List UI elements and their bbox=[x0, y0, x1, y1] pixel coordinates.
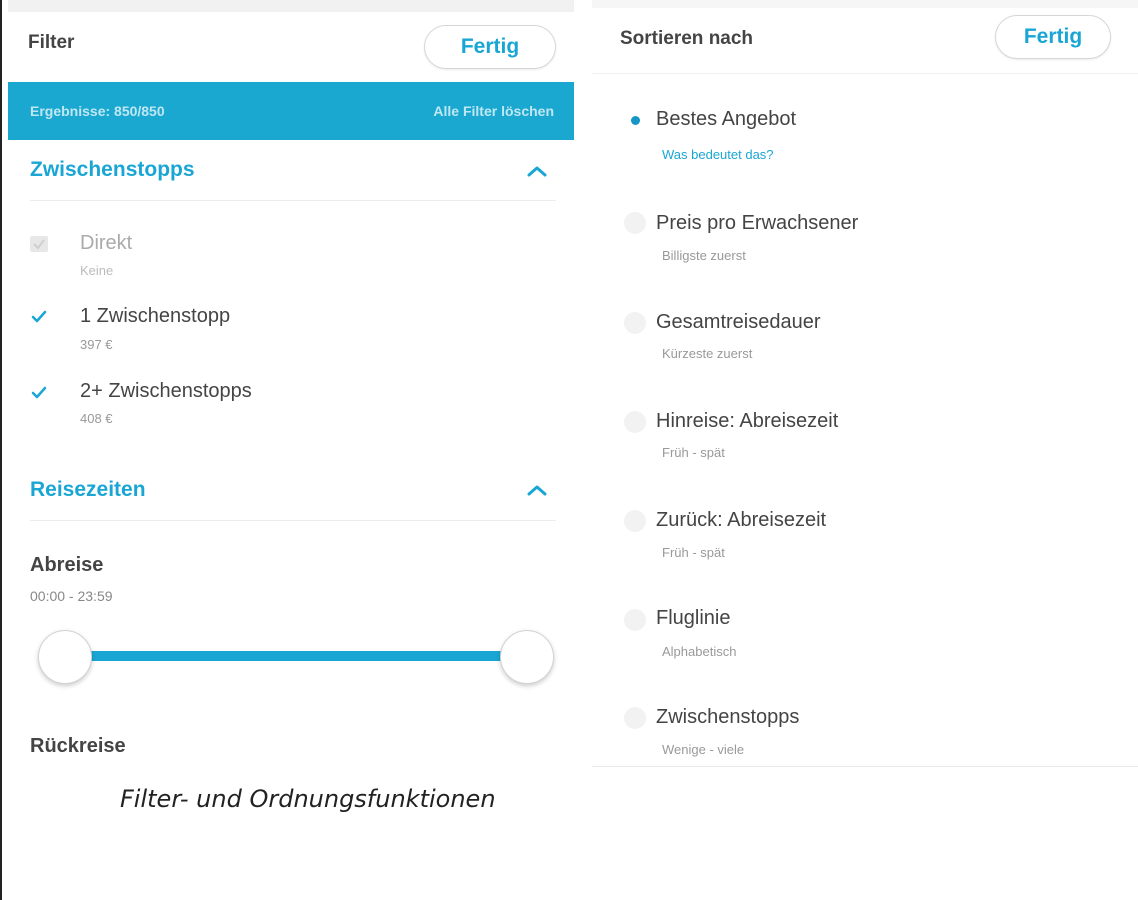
radio-total-duration[interactable] bbox=[624, 312, 646, 334]
departure-label: Abreise bbox=[30, 554, 104, 576]
divider bbox=[30, 520, 556, 521]
option-label-two-plus-stops: 2+ Zwischenstopps bbox=[80, 380, 252, 402]
checkbox-direct[interactable] bbox=[30, 236, 48, 252]
radio-stops[interactable] bbox=[624, 707, 646, 729]
radio-airline[interactable] bbox=[624, 609, 646, 631]
sort-panel: Sortieren nach Fertig Bestes Angebot Was… bbox=[592, 0, 1138, 768]
divider bbox=[592, 73, 1138, 74]
results-bar: Ergebnisse: 850/850 Alle Filter löschen bbox=[8, 82, 574, 140]
departure-slider-max-handle[interactable] bbox=[500, 630, 554, 684]
results-count: Ergebnisse: 850/850 bbox=[30, 103, 165, 119]
departure-range: 00:00 - 23:59 bbox=[30, 588, 113, 604]
radio-return-departure[interactable] bbox=[624, 510, 646, 532]
top-strip bbox=[8, 0, 574, 12]
sort-option-sub: Kürzeste zuerst bbox=[662, 346, 753, 361]
sort-done-button[interactable]: Fertig bbox=[995, 15, 1111, 59]
sort-option-sub: Wenige - viele bbox=[662, 742, 745, 757]
filter-title: Filter bbox=[28, 32, 75, 53]
checkbox-one-stop[interactable] bbox=[30, 308, 48, 324]
sort-option-outbound-departure[interactable]: Hinreise: Abreisezeit bbox=[656, 410, 838, 433]
sort-option-price-per-adult[interactable]: Preis pro Erwachsener bbox=[656, 212, 858, 235]
check-icon bbox=[31, 386, 47, 399]
sort-option-stops[interactable]: Zwischenstopps bbox=[656, 706, 799, 729]
filter-done-button[interactable]: Fertig bbox=[424, 25, 556, 69]
option-sub-one-stop: 397 € bbox=[80, 337, 113, 352]
radio-price-per-adult[interactable] bbox=[624, 212, 646, 234]
left-border-line bbox=[0, 0, 2, 900]
clear-all-filters-link[interactable]: Alle Filter löschen bbox=[433, 103, 554, 119]
sort-option-sub: Billigste zuerst bbox=[662, 248, 746, 263]
chevron-up-icon[interactable] bbox=[526, 164, 548, 178]
sort-option-return-departure[interactable]: Zurück: Abreisezeit bbox=[656, 509, 826, 532]
sort-option-best-offer[interactable]: Bestes Angebot bbox=[656, 108, 796, 131]
option-sub-two-plus-stops: 408 € bbox=[80, 411, 113, 426]
sort-title: Sortieren nach bbox=[620, 28, 754, 49]
departure-slider-min-handle[interactable] bbox=[38, 630, 92, 684]
divider bbox=[30, 200, 556, 201]
option-label-one-stop: 1 Zwischenstopp bbox=[80, 305, 231, 327]
checkbox-two-plus-stops[interactable] bbox=[30, 384, 48, 400]
stops-section-title[interactable]: Zwischenstopps bbox=[30, 158, 195, 182]
divider bbox=[592, 766, 1138, 767]
chevron-up-icon[interactable] bbox=[526, 483, 548, 497]
option-sub-direct: Keine bbox=[80, 263, 114, 278]
radio-outbound-departure[interactable] bbox=[624, 411, 646, 433]
figure-caption: Filter- und Ordnungsfunktionen bbox=[120, 785, 496, 813]
return-label: Rückreise bbox=[30, 735, 126, 757]
check-icon bbox=[33, 239, 45, 250]
check-icon bbox=[31, 310, 47, 323]
radio-best-offer[interactable] bbox=[624, 109, 646, 131]
sort-option-sub: Alphabetisch bbox=[662, 644, 737, 659]
sort-option-total-duration[interactable]: Gesamtreisedauer bbox=[656, 311, 821, 334]
filter-panel: Filter Fertig Ergebnisse: 850/850 Alle F… bbox=[8, 0, 574, 775]
times-section-title[interactable]: Reisezeiten bbox=[30, 478, 146, 502]
sort-option-airline[interactable]: Fluglinie bbox=[656, 607, 730, 630]
what-does-this-mean-link[interactable]: Was bedeutet das? bbox=[662, 147, 774, 162]
sort-option-sub: Früh - spät bbox=[662, 445, 725, 460]
option-label-direct: Direkt bbox=[80, 232, 133, 254]
departure-slider-track[interactable] bbox=[68, 651, 528, 661]
sort-option-sub: Früh - spät bbox=[662, 545, 725, 560]
top-strip bbox=[592, 0, 1138, 8]
